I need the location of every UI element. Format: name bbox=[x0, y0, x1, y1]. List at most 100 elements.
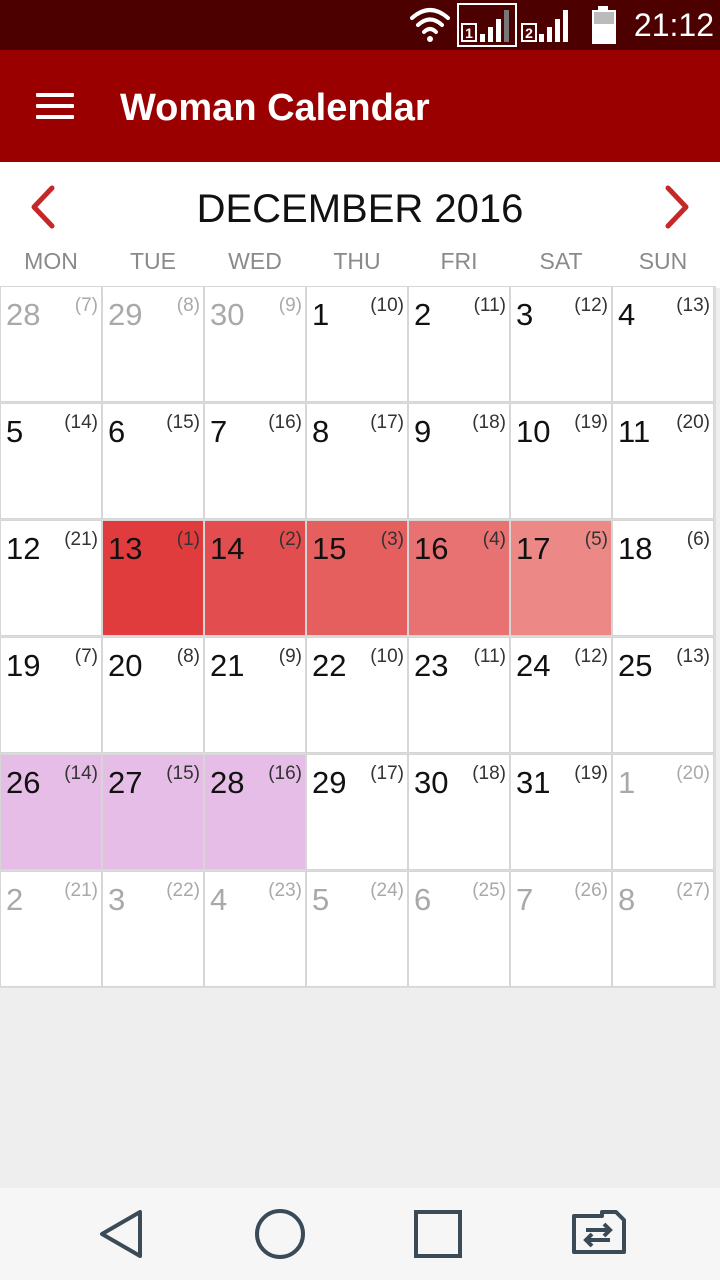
day-cell[interactable]: 7 (16) bbox=[204, 403, 306, 519]
day-number: 16 bbox=[414, 531, 449, 566]
switch-sim-icon[interactable] bbox=[566, 1202, 630, 1266]
day-number: 24 bbox=[516, 648, 551, 683]
weekday-label: SAT bbox=[539, 248, 583, 274]
cycle-day: (13) bbox=[676, 295, 710, 316]
cycle-day: (17) bbox=[370, 763, 404, 784]
day-cell[interactable]: 29 (8) bbox=[102, 286, 204, 402]
day-cell[interactable]: 29 (17) bbox=[306, 754, 408, 870]
day-cell[interactable]: 2 (11) bbox=[408, 286, 510, 402]
home-icon[interactable] bbox=[248, 1202, 312, 1266]
app-bar: Woman Calendar bbox=[0, 50, 720, 162]
cycle-day: (9) bbox=[278, 646, 302, 667]
hamburger-icon[interactable] bbox=[36, 91, 76, 121]
cycle-day: (5) bbox=[584, 529, 608, 550]
month-header: DECEMBER 2016 MON TUE WED THU FRI SAT SUN bbox=[0, 162, 720, 288]
day-cell[interactable]: 8 (17) bbox=[306, 403, 408, 519]
cycle-day: (10) bbox=[370, 295, 404, 316]
day-cell[interactable]: 30 (9) bbox=[204, 286, 306, 402]
day-cell[interactable]: 5 (24) bbox=[306, 871, 408, 987]
weekday-label: FRI bbox=[440, 248, 478, 274]
day-cell[interactable]: 17 (5) bbox=[510, 520, 612, 636]
day-cell[interactable]: 13 (1) bbox=[102, 520, 204, 636]
day-number: 4 bbox=[210, 882, 228, 917]
status-bar: 1 2 21:12 bbox=[0, 0, 720, 50]
day-cell[interactable]: 3 (22) bbox=[102, 871, 204, 987]
day-cell[interactable]: 16 (4) bbox=[408, 520, 510, 636]
cycle-day: (25) bbox=[472, 880, 506, 901]
cycle-day: (19) bbox=[574, 412, 608, 433]
cycle-day: (15) bbox=[166, 763, 200, 784]
signal-sim1-icon: 1 bbox=[457, 3, 517, 47]
day-cell[interactable]: 11 (20) bbox=[612, 403, 714, 519]
cycle-day: (14) bbox=[64, 763, 98, 784]
day-number: 13 bbox=[108, 531, 143, 566]
day-cell[interactable]: 2 (21) bbox=[0, 871, 102, 987]
day-cell[interactable]: 7 (26) bbox=[510, 871, 612, 987]
app-title: Woman Calendar bbox=[120, 87, 430, 129]
chevron-right-icon[interactable] bbox=[656, 182, 696, 232]
day-cell[interactable]: 26 (14) bbox=[0, 754, 102, 870]
status-time: 21:12 bbox=[633, 7, 714, 43]
recents-icon[interactable] bbox=[406, 1202, 470, 1266]
day-number: 4 bbox=[618, 297, 636, 332]
day-cell[interactable]: 30 (18) bbox=[408, 754, 510, 870]
day-cell[interactable]: 14 (2) bbox=[204, 520, 306, 636]
day-cell[interactable]: 5 (14) bbox=[0, 403, 102, 519]
cycle-day: (9) bbox=[278, 295, 302, 316]
day-cell[interactable]: 9 (18) bbox=[408, 403, 510, 519]
day-cell[interactable]: 18 (6) bbox=[612, 520, 714, 636]
navigation-bar bbox=[0, 1188, 720, 1280]
day-cell[interactable]: 1 (10) bbox=[306, 286, 408, 402]
day-cell[interactable]: 6 (25) bbox=[408, 871, 510, 987]
day-cell[interactable]: 27 (15) bbox=[102, 754, 204, 870]
day-cell[interactable]: 12 (21) bbox=[0, 520, 102, 636]
day-cell[interactable]: 3 (12) bbox=[510, 286, 612, 402]
day-cell[interactable]: 6 (15) bbox=[102, 403, 204, 519]
day-cell[interactable]: 24 (12) bbox=[510, 637, 612, 753]
weekday-label: SUN bbox=[638, 248, 688, 274]
cycle-day: (24) bbox=[370, 880, 404, 901]
day-number: 17 bbox=[516, 531, 551, 566]
status-icons: 1 2 bbox=[410, 3, 616, 47]
day-number: 26 bbox=[6, 765, 41, 800]
day-cell[interactable]: 31 (19) bbox=[510, 754, 612, 870]
day-number: 1 bbox=[312, 297, 330, 332]
day-number: 19 bbox=[6, 648, 41, 683]
day-cell[interactable]: 15 (3) bbox=[306, 520, 408, 636]
day-cell[interactable]: 19 (7) bbox=[0, 637, 102, 753]
day-cell[interactable]: 22 (10) bbox=[306, 637, 408, 753]
cycle-day: (14) bbox=[64, 412, 98, 433]
day-cell[interactable]: 1 (20) bbox=[612, 754, 714, 870]
day-cell[interactable]: 25 (13) bbox=[612, 637, 714, 753]
cycle-day: (11) bbox=[473, 646, 506, 667]
cycle-day: (2) bbox=[278, 529, 302, 550]
cycle-day: (20) bbox=[676, 412, 710, 433]
day-number: 20 bbox=[108, 648, 143, 683]
back-icon[interactable] bbox=[88, 1202, 152, 1266]
signal-sim2-icon: 2 bbox=[521, 10, 568, 42]
cycle-day: (12) bbox=[574, 646, 608, 667]
weekday-label: MON bbox=[24, 248, 78, 274]
cycle-day: (8) bbox=[176, 646, 200, 667]
cycle-day: (26) bbox=[574, 880, 608, 901]
day-cell[interactable]: 28 (7) bbox=[0, 286, 102, 402]
cycle-day: (10) bbox=[370, 646, 404, 667]
day-cell[interactable]: 28 (16) bbox=[204, 754, 306, 870]
cycle-day: (20) bbox=[676, 763, 710, 784]
day-number: 1 bbox=[618, 765, 636, 800]
day-cell[interactable]: 10 (19) bbox=[510, 403, 612, 519]
cycle-day: (21) bbox=[64, 880, 98, 901]
day-number: 3 bbox=[108, 882, 126, 917]
day-cell[interactable]: 21 (9) bbox=[204, 637, 306, 753]
day-cell[interactable]: 8 (27) bbox=[612, 871, 714, 987]
cycle-day: (8) bbox=[176, 295, 200, 316]
cycle-day: (23) bbox=[268, 880, 302, 901]
day-cell[interactable]: 23 (11) bbox=[408, 637, 510, 753]
day-cell[interactable]: 4 (13) bbox=[612, 286, 714, 402]
day-number: 29 bbox=[108, 297, 143, 332]
day-number: 25 bbox=[618, 648, 653, 683]
day-cell[interactable]: 20 (8) bbox=[102, 637, 204, 753]
wifi-icon bbox=[410, 8, 450, 42]
day-number: 28 bbox=[210, 765, 245, 800]
day-cell[interactable]: 4 (23) bbox=[204, 871, 306, 987]
